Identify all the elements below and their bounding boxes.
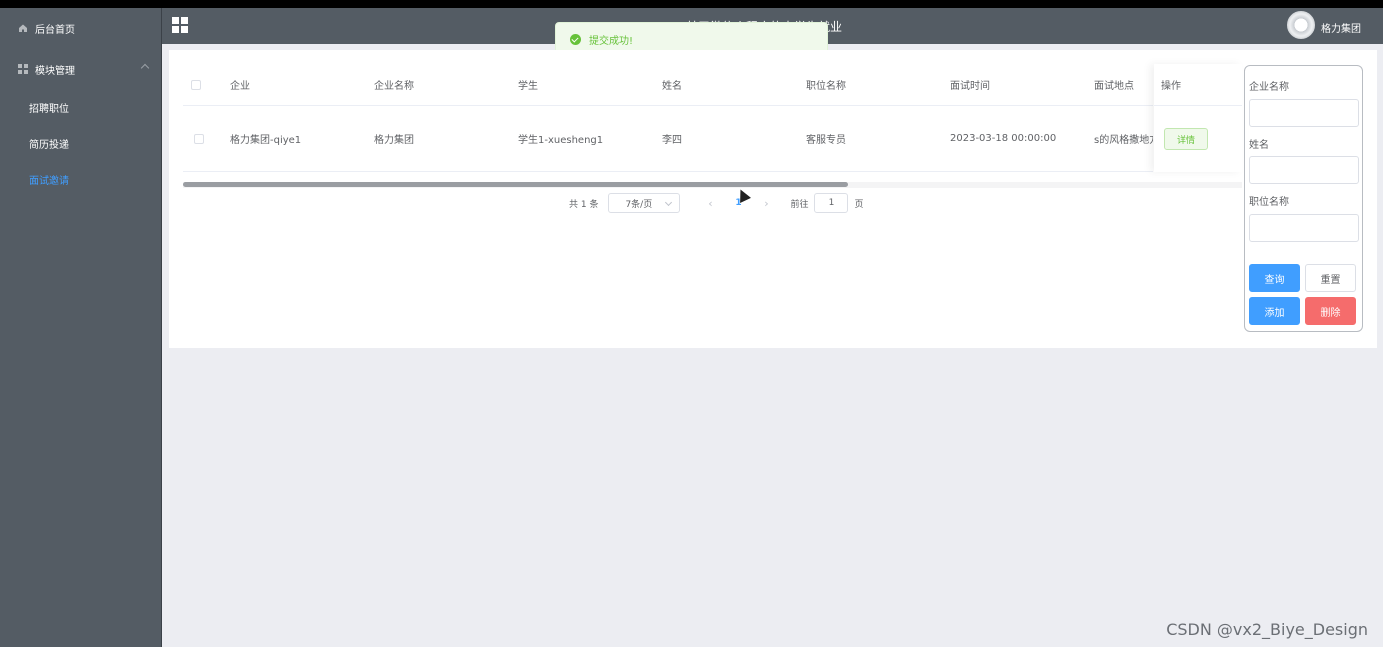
column-header-qiye-name[interactable]: 企业名称: [374, 64, 414, 105]
watermark: CSDN @vx2_Biye_Design: [1166, 620, 1368, 639]
company-name-label: 企业名称: [1249, 82, 1289, 93]
menu-toggle-icon[interactable]: [172, 17, 188, 33]
column-header-student[interactable]: 学生: [518, 64, 538, 105]
app-frame: 后台首页 模块管理 招聘职位 简历投递 面试邀请 基于微信小程序的大学生就业 格…: [0, 8, 1383, 647]
action-cell: 详情: [1154, 106, 1242, 172]
column-header-location[interactable]: 面试地点: [1094, 64, 1153, 105]
home-icon: [18, 23, 28, 33]
pagination: 共 1 条 7条/页 ‹ 1 › 前往 页: [569, 192, 863, 214]
fixed-action-column: 操作 详情: [1154, 64, 1242, 172]
table-header-row: 企业 企业名称 学生 姓名 职位名称 面试时间 面试地点: [183, 64, 1153, 106]
student-name-label: 姓名: [1249, 140, 1269, 151]
page-size-value: 7条/页: [625, 199, 653, 210]
goto-label: 前往: [790, 199, 809, 210]
page-size-select[interactable]: 7条/页: [608, 193, 681, 213]
position-name-input[interactable]: [1249, 214, 1359, 242]
sidebar-item-label: 招聘职位: [29, 103, 69, 115]
add-button[interactable]: 添加: [1249, 297, 1300, 325]
query-button[interactable]: 查询: [1249, 264, 1300, 292]
company-name-input[interactable]: [1249, 99, 1359, 127]
select-all-checkbox[interactable]: [191, 79, 201, 90]
sidebar-item-job-postings[interactable]: 招聘职位: [0, 95, 162, 119]
toast-message: 提交成功!: [589, 35, 634, 47]
student-name-input[interactable]: [1249, 156, 1359, 184]
delete-button[interactable]: 删除: [1305, 297, 1356, 325]
table-row: 格力集团-qiye1 格力集团 学生1-xuesheng1 李四 客服专员 20…: [183, 106, 1153, 172]
row-checkbox[interactable]: [194, 133, 204, 144]
column-header-position[interactable]: 职位名称: [806, 64, 846, 105]
column-header-qiye[interactable]: 企业: [230, 64, 250, 105]
detail-button[interactable]: 详情: [1164, 128, 1209, 150]
user-name[interactable]: 格力集团: [1321, 20, 1361, 35]
main-card: 企业 企业名称 学生 姓名 职位名称 面试时间 面试地点 格力集团-qiye1 …: [169, 50, 1377, 348]
cell-qiye: 格力集团-qiye1: [230, 135, 302, 146]
row-select-cell: [194, 106, 204, 171]
sidebar-item-resume-submissions[interactable]: 简历投递: [0, 131, 162, 155]
sidebar-item-label: 简历投递: [29, 139, 69, 151]
search-panel: 企业名称 姓名 职位名称 查询 重置 添加 删除: [1244, 65, 1363, 332]
cell-time: 2023-03-18 00:00:00: [950, 133, 1057, 144]
sidebar-item-label: 后台首页: [35, 24, 75, 36]
position-name-label: 职位名称: [1249, 197, 1289, 208]
cell-qiye-name: 格力集团: [374, 135, 414, 146]
grid-icon: [18, 64, 28, 74]
sidebar-item-label: 模块管理: [35, 65, 75, 77]
select-all-cell: [191, 64, 201, 105]
reset-button[interactable]: 重置: [1305, 264, 1356, 292]
chevron-down-icon: [665, 198, 673, 207]
horizontal-scrollbar[interactable]: [183, 182, 1242, 188]
cell-location: s的风格撒地方: [1094, 135, 1153, 146]
sidebar-item-home[interactable]: 后台首页: [0, 16, 162, 40]
column-header-action: 操作: [1154, 64, 1242, 106]
column-header-name[interactable]: 姓名: [662, 64, 682, 105]
next-page-button[interactable]: ›: [758, 197, 774, 210]
avatar[interactable]: [1287, 11, 1315, 39]
chevron-up-icon: [140, 63, 150, 73]
scrollbar-thumb[interactable]: [183, 182, 848, 187]
goto-suffix: 页: [854, 199, 864, 210]
cell-position: 客服专员: [806, 135, 846, 146]
sidebar-item-label: 面试邀请: [29, 175, 69, 187]
cell-student: 学生1-xuesheng1: [518, 135, 604, 146]
sidebar-item-module-management[interactable]: 模块管理: [0, 57, 162, 81]
goto-page-input[interactable]: [814, 193, 849, 213]
prev-page-button[interactable]: ‹: [702, 197, 718, 210]
sidebar: 后台首页 模块管理 招聘职位 简历投递 面试邀请: [0, 8, 162, 647]
column-header-time[interactable]: 面试时间: [950, 64, 990, 105]
pagination-total: 共 1 条: [569, 199, 599, 210]
data-table: 企业 企业名称 学生 姓名 职位名称 面试时间 面试地点 格力集团-qiye1 …: [183, 64, 1153, 182]
check-circle-icon: [570, 33, 581, 45]
cell-name: 李四: [662, 135, 682, 146]
sidebar-item-interview-invitations[interactable]: 面试邀请: [0, 167, 162, 191]
